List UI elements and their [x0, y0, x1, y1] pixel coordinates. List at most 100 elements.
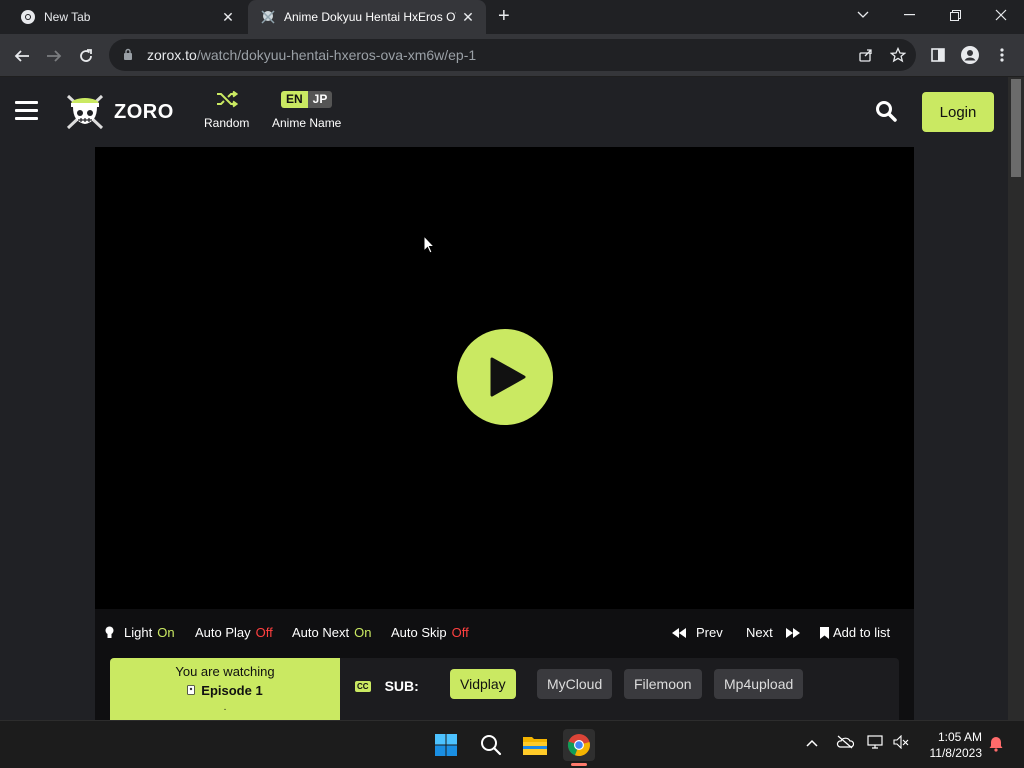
active-app-indicator	[571, 763, 587, 766]
notification-bell-icon[interactable]	[988, 736, 1004, 755]
bookmark-star-icon[interactable]	[884, 41, 912, 69]
autoplay-toggle[interactable]: Auto Play Off	[195, 625, 273, 640]
forward-icon[interactable]	[40, 42, 68, 70]
new-tab-icon[interactable]: +	[498, 5, 510, 28]
lang-jp[interactable]: JP	[307, 91, 333, 108]
taskbar-search-icon[interactable]	[475, 729, 507, 761]
sub-server-row-label: CC SUB:	[355, 678, 419, 694]
chrome-icon	[20, 9, 36, 25]
play-button[interactable]	[457, 329, 553, 425]
chrome-taskbar-icon[interactable]	[563, 729, 595, 761]
tab-active[interactable]: Anime Dokyuu Hentai HxEros OVA ✕	[248, 0, 486, 34]
share-icon[interactable]	[852, 41, 880, 69]
server-mycloud[interactable]: MyCloud	[537, 669, 613, 699]
add-to-list-label: Add to list	[833, 625, 891, 640]
autoplay-value: Off	[255, 625, 273, 640]
site-logo[interactable]: ZORO	[64, 92, 174, 132]
search-icon[interactable]	[875, 100, 899, 124]
next-episode-button[interactable]: Next	[746, 625, 800, 640]
light-value: On	[157, 625, 175, 640]
current-episode: Episode 1	[110, 683, 340, 698]
network-icon[interactable]	[867, 735, 885, 753]
volume-muted-icon[interactable]	[893, 734, 909, 752]
scrollbar-thumb[interactable]	[1011, 79, 1021, 177]
light-label: Light	[124, 625, 153, 640]
close-tab-icon[interactable]: ✕	[456, 9, 480, 26]
anime-name-label: Anime Name	[272, 116, 342, 130]
close-window-icon[interactable]	[978, 0, 1024, 30]
autoskip-toggle[interactable]: Auto Skip Off	[391, 625, 469, 640]
tab-new-tab[interactable]: New Tab ✕	[8, 0, 246, 34]
url-path: /watch/dokyuu-hentai-hxeros-ova-xm6w/ep-…	[196, 47, 477, 63]
cc-icon: CC	[355, 680, 371, 692]
now-watching-box: You are watching Episode 1 .	[110, 658, 340, 720]
server-vidplay[interactable]: Vidplay	[450, 669, 516, 699]
anime-name-language-toggle[interactable]: EN JP Anime Name	[272, 91, 341, 130]
server-selector-section: You are watching Episode 1 . CC SUB: Vid…	[95, 655, 914, 720]
windows-taskbar: 1:05 AM 11/8/2023	[0, 720, 1024, 768]
file-explorer-icon[interactable]	[519, 729, 551, 761]
server-mp4upload[interactable]: Mp4upload	[714, 669, 804, 699]
hamburger-menu-icon[interactable]	[15, 101, 38, 120]
shuffle-icon	[216, 91, 238, 108]
side-panel-icon[interactable]	[924, 41, 952, 69]
light-toggle[interactable]: Light On	[105, 625, 175, 640]
address-bar[interactable]: zorox.to/watch/dokyuu-hentai-hxeros-ova-…	[109, 39, 916, 71]
prev-label: Prev	[696, 625, 723, 640]
tab-search-icon[interactable]	[840, 0, 886, 30]
windows-start-icon[interactable]	[430, 729, 462, 761]
prev-episode-button[interactable]: Prev	[672, 625, 723, 640]
fast-forward-icon	[785, 627, 800, 638]
file-icon	[187, 685, 196, 695]
url-host: zorox.to	[147, 47, 197, 63]
watching-label: You are watching	[175, 664, 275, 679]
zoro-skull-icon	[66, 94, 104, 130]
system-clock[interactable]: 1:05 AM 11/8/2023	[918, 729, 983, 761]
page-scrollbar[interactable]	[1008, 77, 1024, 720]
close-tab-icon[interactable]: ✕	[216, 9, 240, 26]
menu-kebab-icon[interactable]	[988, 41, 1016, 69]
lang-en[interactable]: EN	[281, 91, 308, 108]
video-player[interactable]	[95, 147, 914, 609]
bookmark-icon	[820, 626, 829, 639]
restore-icon[interactable]	[932, 0, 978, 30]
autoskip-value: Off	[451, 625, 469, 640]
back-icon[interactable]	[8, 42, 36, 70]
clock-time: 1:05 AM	[937, 730, 982, 744]
profile-icon[interactable]	[956, 41, 984, 69]
rewind-icon	[672, 627, 686, 638]
zoro-favicon-icon	[260, 9, 276, 25]
reload-icon[interactable]	[72, 42, 100, 70]
onedrive-offline-icon[interactable]	[836, 735, 855, 752]
clock-date: 11/8/2023	[929, 746, 983, 760]
server-panel: You are watching Episode 1 . CC SUB: Vid…	[110, 658, 899, 720]
page-content: ZORO Random EN JP Anime Name Login Light…	[0, 77, 1008, 720]
autonext-label: Auto Next	[292, 625, 350, 640]
tab-title: Anime Dokyuu Hentai HxEros OVA	[284, 10, 456, 24]
episode-label: Episode 1	[201, 683, 263, 698]
logo-text: ZORO	[114, 100, 174, 123]
random-button[interactable]: Random	[204, 91, 249, 130]
minimize-icon[interactable]	[886, 0, 932, 30]
random-label: Random	[204, 116, 250, 130]
login-button[interactable]: Login	[922, 92, 994, 132]
sub-label: SUB:	[384, 678, 419, 694]
browser-toolbar: zorox.to/watch/dokyuu-hentai-hxeros-ova-…	[0, 34, 1024, 77]
autonext-value: On	[354, 625, 372, 640]
next-label: Next	[746, 625, 773, 640]
tab-title: New Tab	[44, 10, 91, 24]
add-to-list-button[interactable]: Add to list	[820, 625, 890, 640]
lock-icon[interactable]	[123, 48, 135, 63]
tray-chevron-up-icon[interactable]	[806, 735, 818, 750]
player-controls-bar: Light On Auto Play Off Auto Next On Auto…	[95, 609, 914, 655]
autonext-toggle[interactable]: Auto Next On	[292, 625, 371, 640]
browser-tab-strip: New Tab ✕ Anime Dokyuu Hentai HxEros OVA…	[0, 0, 1024, 34]
mouse-cursor-icon	[423, 235, 435, 254]
autoskip-label: Auto Skip	[391, 625, 447, 640]
server-filemoon[interactable]: Filemoon	[624, 669, 702, 699]
lightbulb-icon	[105, 626, 114, 638]
play-icon	[490, 357, 526, 397]
language-switch[interactable]: EN JP	[281, 91, 333, 108]
autoplay-label: Auto Play	[195, 625, 251, 640]
watching-dot: .	[223, 702, 227, 713]
